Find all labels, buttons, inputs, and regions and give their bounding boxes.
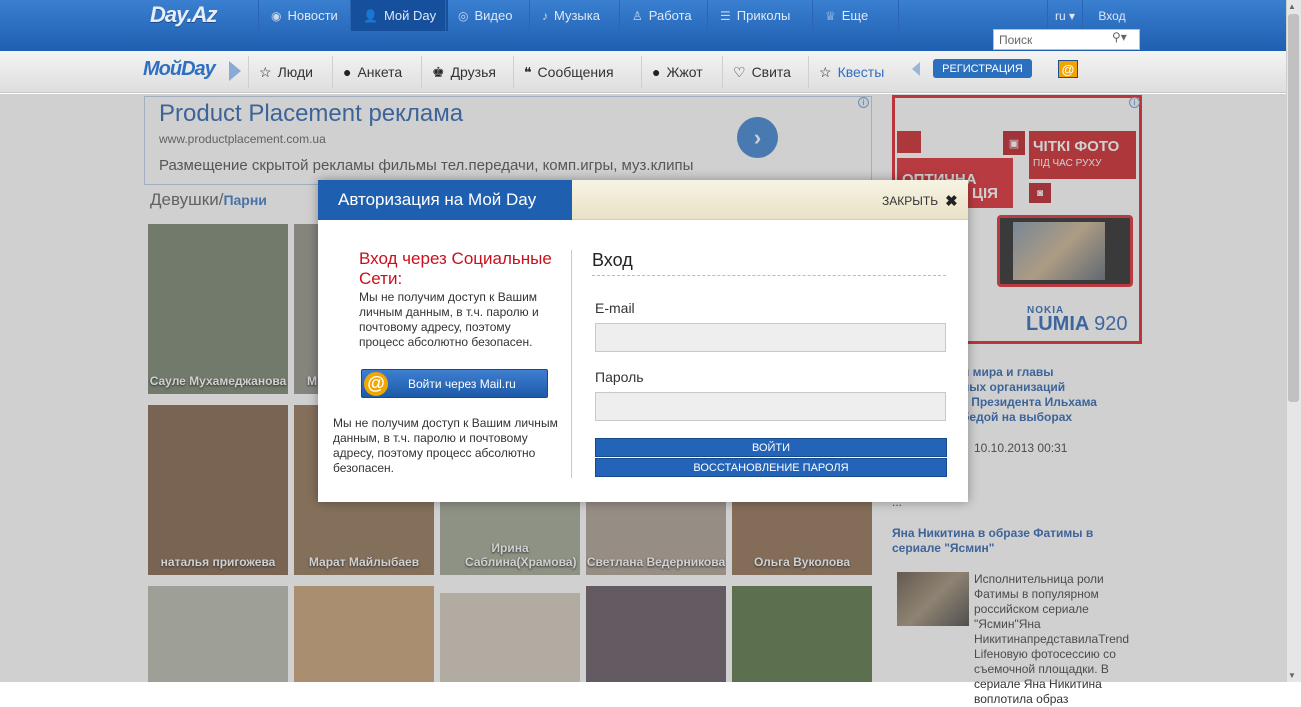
film-icon: ◎ — [458, 8, 469, 23]
subnav-item-zhzhot[interactable]: ● Жжот — [641, 56, 719, 88]
mail-ru-icon[interactable]: @ — [1058, 60, 1078, 78]
nav-item-my-day[interactable]: 👤 Мой Day — [350, 0, 449, 31]
nav-item-more[interactable]: ♕ Еще — [812, 0, 899, 31]
modal-close-button[interactable]: ЗАКРЫТЬ ✖ — [882, 192, 958, 210]
modal-title: Авторизация на Мой Day — [318, 180, 572, 220]
search-icon[interactable]: ⚲▾ — [1112, 30, 1127, 44]
my-day-logo[interactable]: МойDay — [143, 58, 216, 81]
subnav-item-quests[interactable]: ☆ Квесты — [808, 56, 900, 88]
subnav-item-people[interactable]: ☆ Люди — [248, 56, 322, 88]
cup-icon: ♕ — [825, 8, 836, 23]
user-icon: 👤 — [363, 8, 378, 23]
bomb-icon: ● — [652, 64, 661, 80]
nav-item-jokes[interactable]: ☰ Приколы — [707, 0, 802, 31]
scroll-down-icon[interactable]: ▼ — [1288, 671, 1296, 680]
nav-item-work[interactable]: ♙ Работа — [619, 0, 704, 31]
language-selector[interactable]: ru ▾ — [1047, 0, 1083, 31]
restore-password-button[interactable]: ВОССТАНОВЛЕНИЕ ПАРОЛЯ — [595, 458, 947, 477]
login-button[interactable]: ВОЙТИ — [595, 438, 947, 457]
globe-icon: ◉ — [271, 8, 282, 23]
chat-icon: ❝ — [524, 63, 532, 80]
subnav-item-friends[interactable]: ♚ Друзья — [421, 56, 512, 88]
star-icon: ☆ — [259, 63, 272, 80]
site-logo[interactable]: Day.Az — [150, 2, 218, 28]
subnav-item-svita[interactable]: ♡ Свита — [722, 56, 806, 88]
mailru-login-button[interactable]: @ Войти через Mail.ru — [361, 369, 548, 398]
bag-icon: ♙ — [632, 8, 643, 23]
arrow-left-icon — [912, 62, 920, 76]
mail-ru-icon: @ — [364, 371, 388, 396]
heart-icon: ♡ — [733, 63, 746, 80]
laugh-icon: ☰ — [720, 8, 731, 23]
note-icon: ♪ — [542, 8, 548, 23]
social-login-title: Вход через Социальные Сети: — [359, 249, 552, 288]
subnav-item-profile[interactable]: ● Анкета — [332, 56, 416, 88]
login-title: Вход — [592, 250, 633, 270]
social-login-text: Мы не получим доступ к Вашим личным данн… — [333, 416, 558, 475]
nav-item-music[interactable]: ♪ Музыка — [529, 0, 612, 31]
subnav-item-messages[interactable]: ❝ Сообщения — [513, 56, 635, 88]
scroll-up-icon[interactable]: ▲ — [1288, 2, 1296, 11]
close-icon: ✖ — [945, 193, 958, 210]
scrollbar-thumb[interactable] — [1288, 14, 1299, 402]
profile-icon: ● — [343, 64, 352, 80]
chevron-down-icon: ▾ — [1068, 8, 1076, 23]
social-login-text: Мы не получим доступ к Вашим личным данн… — [359, 290, 539, 349]
nav-item-video[interactable]: ◎ Видео — [445, 0, 524, 31]
friends-icon: ♚ — [432, 63, 445, 80]
nav-item-news[interactable]: ◉ Новости — [258, 0, 350, 31]
password-label: Пароль — [595, 369, 644, 385]
divider — [571, 250, 572, 478]
logo-arrow-icon — [229, 61, 241, 81]
login-link[interactable]: Вход — [1084, 0, 1140, 31]
email-field[interactable] — [595, 323, 946, 352]
password-field[interactable] — [595, 392, 946, 421]
register-button[interactable]: РЕГИСТРАЦИЯ — [933, 59, 1032, 78]
star-icon: ☆ — [819, 63, 832, 80]
email-label: E-mail — [595, 300, 635, 316]
divider — [592, 275, 946, 276]
